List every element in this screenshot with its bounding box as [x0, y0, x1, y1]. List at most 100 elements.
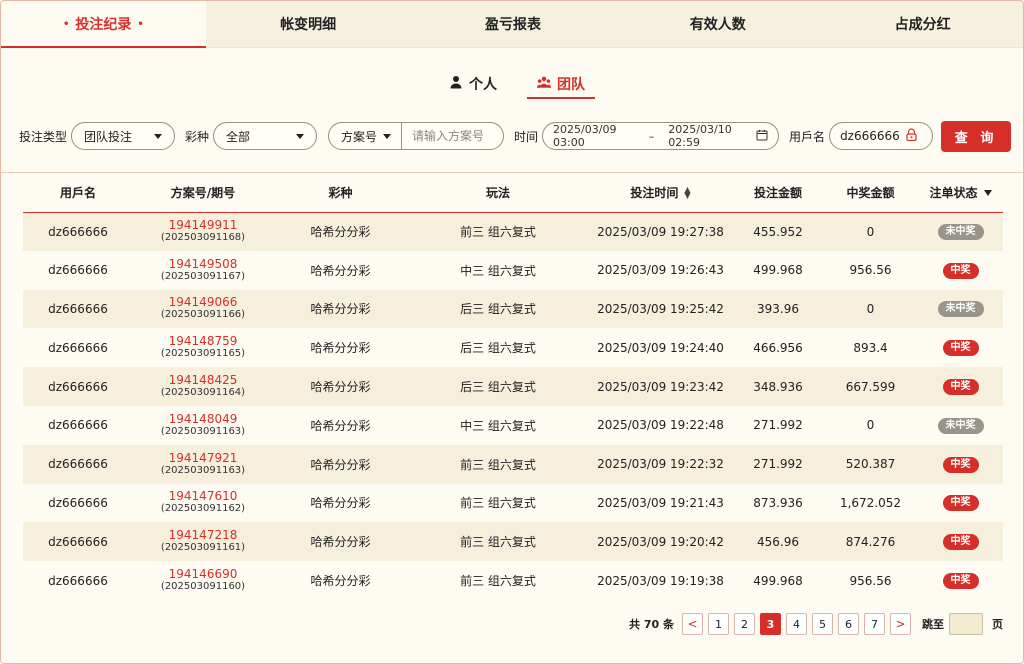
cell-bet-amount: 393.96	[733, 289, 823, 329]
date-start: 2025/03/09 03:00	[553, 123, 617, 149]
cell-bet-amount: 873.936	[733, 483, 823, 523]
cell-username: dz666666	[23, 444, 133, 484]
tab-label: 帐变明细	[280, 17, 337, 33]
cell-status: 未中奖	[918, 212, 1003, 251]
header-plan-period: 方案号/期号	[133, 173, 273, 213]
plan-number-link[interactable]: 194149508	[133, 257, 273, 271]
tab-dot-right: •	[137, 18, 144, 30]
plan-number-link[interactable]: 194149911	[133, 219, 273, 232]
cell-play: 中三 组六复式	[408, 405, 588, 445]
chevron-down-icon	[383, 133, 392, 139]
plan-search-combo: 方案号	[328, 122, 505, 150]
period-number: (202503091168)	[160, 232, 246, 244]
cell-play: 后三 组六复式	[408, 328, 588, 368]
next-page-button[interactable]: >	[890, 613, 911, 635]
cell-lottery: 哈希分分彩	[273, 367, 408, 406]
table-row: dz666666 194147218 (202503091161) 哈希分分彩 前三 组…	[23, 522, 1003, 562]
status-badge: 未中奖	[937, 417, 984, 434]
filter-bar: 投注类型 团队投注 彩种 全部 方案号 时间 2025/03/09 03:00 …	[19, 120, 1012, 152]
cell-win-amount: 893.4	[823, 328, 918, 368]
filter-down-icon[interactable]	[983, 190, 992, 197]
date-range-picker[interactable]: 2025/03/09 03:00 – 2025/03/10 02:59	[542, 122, 780, 150]
header-win-amount: 中奖金额	[823, 173, 918, 213]
tab-active-users[interactable]: 有效人数	[615, 1, 820, 47]
plan-number-link[interactable]: 194147921	[133, 451, 273, 465]
cell-status: 未中奖	[918, 405, 1003, 445]
cell-bet-time: 2025/03/09 19:19:38	[588, 561, 733, 600]
prev-page-button[interactable]: <	[682, 613, 703, 635]
table-row: dz666666 194146690 (202503091160) 哈希分分彩 前三 组…	[23, 561, 1003, 600]
cell-win-amount: 0	[823, 289, 918, 329]
cell-win-amount: 520.387	[823, 444, 918, 484]
cell-status: 中奖	[918, 483, 1003, 523]
plan-number-input[interactable]	[402, 123, 503, 149]
tab-bet-records[interactable]: • 投注纪录 •	[1, 1, 206, 48]
plan-number-link[interactable]: 194148759	[133, 335, 273, 348]
page-button-3[interactable]: 3	[760, 613, 781, 635]
period-number: (202503091162)	[160, 503, 246, 515]
cell-bet-amount: 348.936	[733, 367, 823, 406]
bet-type-select[interactable]: 团队投注	[71, 122, 176, 150]
cell-bet-time: 2025/03/09 19:24:40	[588, 328, 733, 368]
query-button[interactable]: 查 询	[941, 120, 1012, 152]
tab-profit-report[interactable]: 盈亏报表	[411, 1, 616, 47]
time-label: 时间	[514, 129, 539, 144]
cell-username: dz666666	[23, 367, 133, 406]
sub-tab-personal[interactable]: 个人	[439, 69, 507, 99]
cell-lottery: 哈希分分彩	[273, 444, 408, 484]
cell-bet-amount: 466.956	[733, 328, 823, 368]
plan-number-link[interactable]: 194147218	[133, 529, 273, 542]
cell-plan-period: 194149066 (202503091166)	[133, 289, 273, 329]
cell-plan-period: 194147218 (202503091161)	[133, 522, 273, 562]
cell-username: dz666666	[23, 328, 133, 368]
cell-lottery: 哈希分分彩	[273, 522, 408, 562]
sub-tab-team[interactable]: 团队	[527, 69, 595, 99]
cell-status: 中奖	[918, 561, 1003, 600]
cell-status: 中奖	[918, 444, 1003, 484]
page-button-7[interactable]: 7	[864, 613, 885, 635]
bet-records-table: 用戶名 方案号/期号 彩种 玩法 投注时间 ▲ ▼ 投注金额 中奖金额 注单状态 d…	[23, 173, 1003, 600]
jump-page-input[interactable]	[949, 613, 983, 635]
page-button-1[interactable]: 1	[708, 613, 729, 635]
plan-number-link[interactable]: 194146690	[133, 568, 273, 581]
cell-bet-time: 2025/03/09 19:23:42	[588, 367, 733, 406]
cell-play: 前三 组六复式	[408, 444, 588, 484]
page-button-5[interactable]: 5	[812, 613, 833, 635]
cell-plan-period: 194146690 (202503091160)	[133, 561, 273, 600]
sub-tab-label: 团队	[557, 77, 585, 93]
cell-play: 后三 组六复式	[408, 289, 588, 329]
cell-bet-amount: 455.952	[733, 212, 823, 251]
plan-number-link[interactable]: 194148425	[133, 374, 273, 387]
tab-account-changes[interactable]: 帐变明细	[206, 1, 411, 47]
status-badge: 中奖	[942, 534, 979, 551]
page-button-6[interactable]: 6	[838, 613, 859, 635]
cell-status: 中奖	[918, 367, 1003, 406]
tab-label: 投注纪录	[75, 17, 132, 33]
lottery-select[interactable]: 全部	[213, 122, 318, 150]
sort-icon[interactable]: ▲ ▼	[684, 186, 690, 200]
username-value: dz666666	[840, 129, 900, 143]
page-button-4[interactable]: 4	[786, 613, 807, 635]
tab-label: 有效人数	[689, 17, 746, 33]
plan-number-link[interactable]: 194147610	[133, 490, 273, 503]
top-tab-bar: • 投注纪录 • 帐变明细 盈亏报表 有效人数 占成分红	[1, 1, 1023, 48]
period-number: (202503091164)	[160, 387, 246, 399]
plan-type-select[interactable]: 方案号	[329, 123, 403, 149]
header-bet-time[interactable]: 投注时间 ▲ ▼	[588, 173, 733, 213]
cell-status: 中奖	[918, 250, 1003, 290]
total-count: 共 70 条	[629, 618, 674, 631]
lock-icon	[906, 128, 917, 144]
header-username: 用戶名	[23, 173, 133, 213]
table-row: dz666666 194147921 (202503091163) 哈希分分彩 前三 组…	[23, 444, 1003, 484]
header-status[interactable]: 注单状态	[918, 173, 1003, 213]
cell-bet-amount: 271.992	[733, 405, 823, 445]
plan-number-link[interactable]: 194148049	[133, 412, 273, 426]
plan-number-link[interactable]: 194149066	[133, 296, 273, 309]
page-button-2[interactable]: 2	[734, 613, 755, 635]
date-end: 2025/03/10 02:59	[668, 123, 732, 149]
jump-label: 跳至	[922, 618, 944, 631]
cell-lottery: 哈希分分彩	[273, 483, 408, 523]
username-field[interactable]: dz666666	[829, 122, 934, 150]
tab-dividend[interactable]: 占成分红	[820, 1, 1023, 47]
cell-plan-period: 194147610 (202503091162)	[133, 483, 273, 523]
